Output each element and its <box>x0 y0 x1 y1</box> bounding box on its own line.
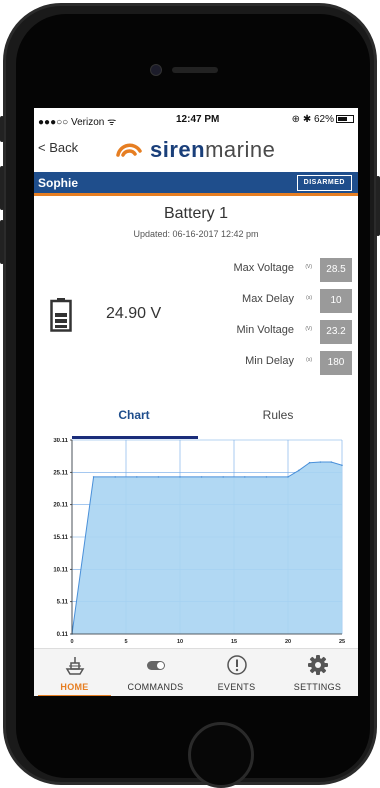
logo-text-light: marine <box>205 137 276 162</box>
series-area <box>72 462 342 634</box>
y-tick-label: 0.11 <box>57 632 69 638</box>
y-tick-label: 5.11 <box>57 600 69 606</box>
arm-state-button[interactable]: DISARMED <box>296 175 352 191</box>
power-button <box>376 176 380 236</box>
data-point <box>287 476 289 478</box>
app-screen: ●●●○○ Verizon ᯤ 12:47 PM ⊕ ✱ 62% < Back … <box>34 108 358 696</box>
data-point <box>265 476 268 478</box>
toggle-icon <box>146 661 165 670</box>
nav-settings[interactable]: SETTINGS <box>277 649 358 696</box>
front-camera <box>150 64 162 76</box>
setting-value-box[interactable]: 28.5 <box>320 258 352 282</box>
content-tabs: Chart Rules <box>34 400 358 440</box>
battery-status: ⊕ ✱ 62% <box>292 114 354 125</box>
x-tick-label: 10 <box>177 639 183 645</box>
setting-value-box[interactable]: 23.2 <box>320 320 352 344</box>
setting-label: Min Delay <box>245 355 294 367</box>
user-header: Sophie DISARMED <box>34 172 358 196</box>
setting-value-box[interactable]: 180 <box>320 351 352 375</box>
setting-row-max-delay[interactable]: Max Delay (s) 10 <box>112 285 352 316</box>
data-point <box>136 476 138 478</box>
logo-text-bold: siren <box>150 137 206 162</box>
data-point <box>157 476 160 478</box>
carrier-label: ●●●○○ Verizon ᯤ <box>38 117 117 128</box>
voltage-chart[interactable]: 0.11 5.11 10.11 15.11 20.11 25.11 30.11 0 5 10 15 2… <box>34 438 358 648</box>
battery-status-text: ⊕ ✱ 62% <box>291 114 334 125</box>
tab-chart[interactable]: Chart <box>54 408 214 422</box>
setting-row-min-voltage[interactable]: Min Voltage (V) 23.2 <box>112 316 352 347</box>
y-tick-label: 15.11 <box>53 535 68 541</box>
home-button[interactable] <box>188 722 254 788</box>
boat-icon <box>65 657 84 675</box>
siren-marine-logo: sirenmarine <box>114 134 275 166</box>
setting-unit: (s) <box>306 357 312 363</box>
volume-up-button <box>0 166 4 210</box>
data-point <box>179 476 181 478</box>
status-bar: ●●●○○ Verizon ᯤ 12:47 PM ⊕ ✱ 62% <box>34 108 358 130</box>
mute-switch <box>0 116 4 142</box>
x-tick-label: 5 <box>124 639 127 645</box>
nav-label: COMMANDS <box>127 682 184 692</box>
setting-unit: (s) <box>306 295 312 301</box>
alert-icon <box>226 655 247 675</box>
nav-commands[interactable]: COMMANDS <box>115 649 196 696</box>
data-point <box>92 476 95 478</box>
setting-label: Min Voltage <box>236 324 294 336</box>
x-tick-label: 25 <box>339 639 345 645</box>
setting-unit: (V) <box>305 264 312 270</box>
nav-label: SETTINGS <box>293 682 342 692</box>
logo-text: sirenmarine <box>150 137 275 163</box>
y-tick-label: 20.11 <box>53 503 68 509</box>
setting-value-box[interactable]: 10 <box>320 289 352 313</box>
data-point <box>341 464 343 467</box>
setting-label: Max Delay <box>242 293 294 305</box>
setting-unit: (V) <box>305 326 312 332</box>
battery-icon <box>336 115 354 124</box>
nav-label: HOME <box>60 682 89 692</box>
gear-icon <box>307 655 328 675</box>
threshold-settings: Max Voltage (V) 28.5 Max Delay (s) 10 Mi… <box>112 254 352 378</box>
setting-row-min-delay[interactable]: Min Delay (s) 180 <box>112 347 352 378</box>
tab-rules[interactable]: Rules <box>198 408 358 422</box>
x-tick-label: 15 <box>231 639 237 645</box>
y-tick-label: 25.11 <box>53 470 68 476</box>
navigation-bar: < Back sirenmarine <box>34 130 358 170</box>
data-point <box>298 469 300 472</box>
device-title: Battery 1 <box>163 205 229 222</box>
nav-label: EVENTS <box>217 682 256 692</box>
data-point <box>200 476 203 478</box>
earpiece-speaker <box>172 67 218 73</box>
x-tick-label: 0 <box>70 639 73 645</box>
data-point <box>319 461 322 463</box>
nav-events[interactable]: EVENTS <box>196 649 277 696</box>
battery-icon <box>50 298 72 332</box>
data-point <box>330 461 333 463</box>
volume-down-button <box>0 220 4 264</box>
back-button[interactable]: < Back <box>38 140 78 155</box>
data-point <box>308 461 311 464</box>
x-tick-label: 20 <box>285 639 291 645</box>
setting-row-max-voltage[interactable]: Max Voltage (V) 28.5 <box>112 254 352 285</box>
setting-label: Max Voltage <box>233 262 294 274</box>
y-tick-label: 10.11 <box>53 567 68 573</box>
siren-logo-mark-icon <box>116 143 142 157</box>
data-point <box>222 476 224 478</box>
clock: 12:47 PM <box>176 114 220 125</box>
data-point <box>114 476 116 478</box>
nav-home[interactable]: HOME <box>34 649 115 696</box>
y-tick-label: 30.11 <box>53 438 68 444</box>
bottom-tab-bar: HOME COMMANDS EVENTS SETTINGS <box>34 648 358 696</box>
user-name: Sophie <box>38 176 79 190</box>
data-point <box>244 476 246 478</box>
updated-timestamp: Updated: 06-16-2017 12:42 pm <box>133 229 259 239</box>
